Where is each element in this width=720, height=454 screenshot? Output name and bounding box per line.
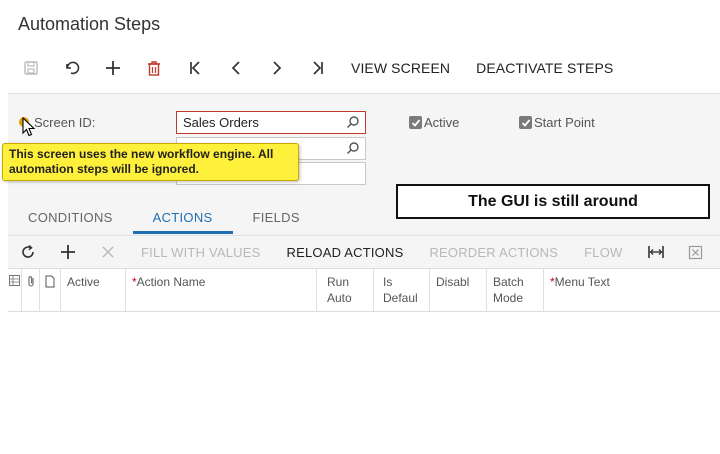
- grid-toolbar: FILL WITH VALUES RELOAD ACTIONS REORDER …: [8, 235, 720, 268]
- annotation-box: The GUI is still around: [396, 184, 710, 219]
- column-header-active[interactable]: Active: [61, 269, 126, 311]
- note-icon[interactable]: [40, 269, 61, 311]
- tab-strip: CONDITIONS ACTIONS FIELDS: [8, 200, 320, 234]
- screen-id-label: Screen ID:: [34, 115, 96, 130]
- tab-actions[interactable]: ACTIONS: [132, 200, 233, 234]
- screen-id-value: Sales Orders: [183, 115, 259, 130]
- reorder-actions-button[interactable]: REORDER ACTIONS: [416, 237, 571, 267]
- view-screen-button[interactable]: VIEW SCREEN: [338, 53, 463, 83]
- fit-columns-icon[interactable]: [636, 237, 676, 267]
- refresh-icon[interactable]: [8, 237, 48, 267]
- main-toolbar: VIEW SCREEN DEACTIVATE STEPS: [10, 52, 626, 84]
- save-icon[interactable]: [10, 53, 51, 83]
- next-record-icon[interactable]: [256, 53, 297, 83]
- export-excel-icon[interactable]: [676, 237, 716, 267]
- undo-icon[interactable]: [51, 53, 92, 83]
- screen-id-field[interactable]: Sales Orders: [176, 111, 366, 134]
- last-record-icon[interactable]: [297, 53, 338, 83]
- column-header-run-auto[interactable]: Run Auto: [317, 269, 374, 311]
- previous-record-icon[interactable]: [215, 53, 256, 83]
- fill-with-values-button[interactable]: FILL WITH VALUES: [128, 237, 274, 267]
- search-icon[interactable]: [346, 141, 360, 158]
- column-header-is-default[interactable]: Is Defaul: [374, 269, 430, 311]
- active-label: Active: [424, 115, 460, 130]
- close-icon[interactable]: [88, 237, 128, 267]
- search-icon[interactable]: [346, 115, 360, 132]
- page-title: Automation Steps: [18, 14, 161, 34]
- start-point-label: Start Point: [534, 115, 595, 130]
- flow-button[interactable]: FLOW: [571, 237, 635, 267]
- grid-body: [8, 312, 720, 454]
- grid-header: Active *Action Name Run Auto Is Defaul D…: [8, 268, 720, 312]
- column-header-disabled[interactable]: Disabl: [430, 269, 487, 311]
- start-point-checkbox[interactable]: [519, 116, 532, 129]
- deactivate-steps-button[interactable]: DEACTIVATE STEPS: [463, 53, 626, 83]
- first-record-icon[interactable]: [174, 53, 215, 83]
- plus-icon[interactable]: [92, 53, 133, 83]
- reload-actions-button[interactable]: RELOAD ACTIONS: [274, 237, 417, 267]
- column-header-action-name[interactable]: *Action Name: [126, 269, 317, 311]
- tab-conditions[interactable]: CONDITIONS: [8, 200, 133, 234]
- column-header-batch-mode[interactable]: Batch Mode: [487, 269, 544, 311]
- attachment-icon[interactable]: [22, 269, 40, 311]
- workflow-warning-tooltip: This screen uses the new workflow engine…: [2, 143, 299, 181]
- trash-icon[interactable]: [133, 53, 174, 83]
- tab-fields[interactable]: FIELDS: [233, 200, 320, 234]
- column-header-menu-text[interactable]: *Menu Text: [544, 269, 720, 311]
- plus-icon[interactable]: [48, 237, 88, 267]
- active-checkbox[interactable]: [409, 116, 422, 129]
- row-selector-icon[interactable]: [8, 269, 22, 311]
- mouse-cursor-icon: [22, 116, 36, 142]
